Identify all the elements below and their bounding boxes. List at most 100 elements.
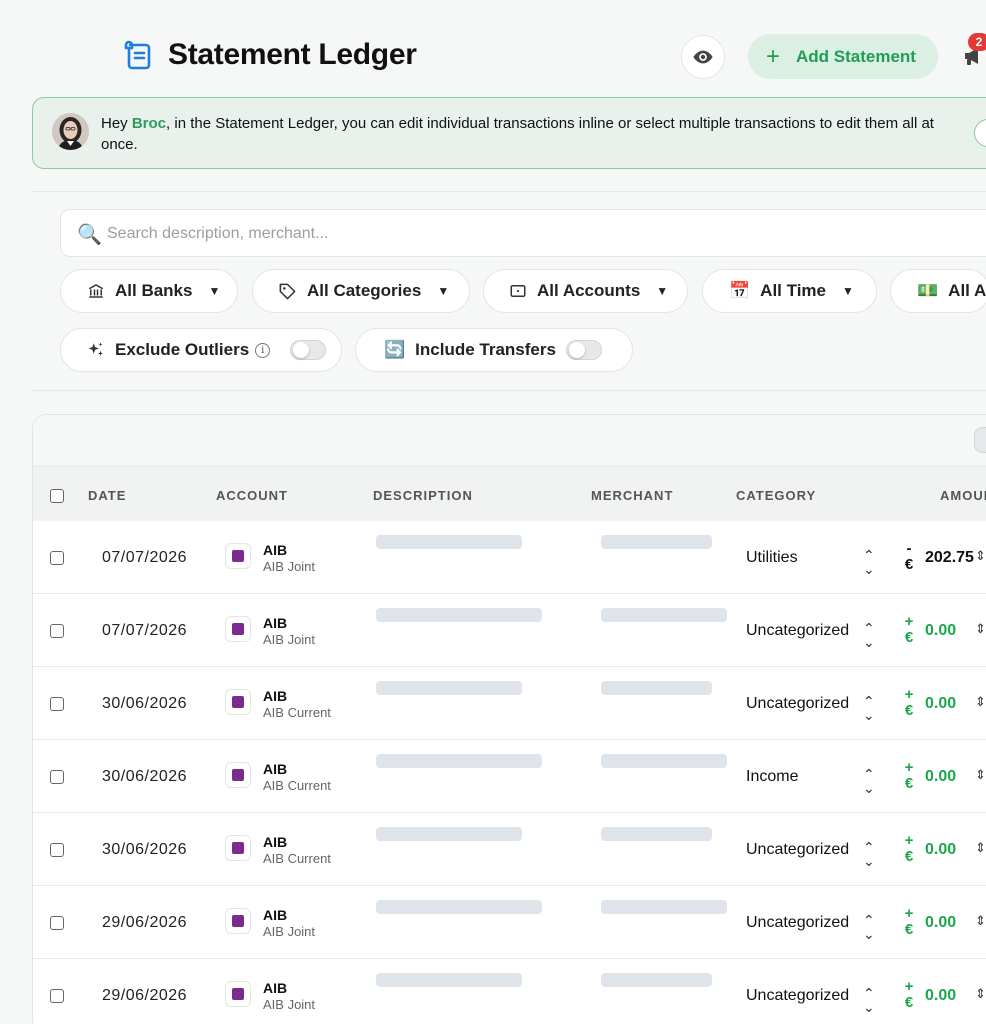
row-amount[interactable]: 0.00 [925, 841, 975, 859]
column-header-account[interactable]: ACCOUNT [216, 488, 288, 503]
row-date[interactable]: 29/06/2026 [102, 914, 187, 932]
transfer-arrows-icon: 🔄 [384, 340, 406, 359]
row-amount[interactable]: 0.00 [925, 622, 975, 640]
row-amount[interactable]: 202.75 [925, 549, 975, 567]
column-header-merchant[interactable]: MERCHANT [591, 488, 673, 503]
row-checkbox[interactable] [50, 843, 64, 857]
merchant-loading-placeholder [601, 608, 727, 622]
row-bank-name: AIB [263, 907, 288, 923]
merchant-loading-placeholder [601, 900, 727, 914]
row-bank-name: AIB [263, 542, 288, 558]
row-date[interactable]: 29/06/2026 [102, 987, 187, 1005]
amount-chevrons-icon[interactable]: ⇕ [975, 986, 986, 1002]
description-loading-placeholder [376, 681, 522, 695]
select-chevrons-icon[interactable]: ⌃ ⌄ [863, 621, 875, 649]
exclude-outliers-toggle[interactable] [290, 340, 327, 360]
table-toolbar [33, 415, 986, 467]
row-amount[interactable]: 0.00 [925, 987, 975, 1005]
search-input[interactable] [107, 220, 967, 248]
row-category-select[interactable]: Uncategorized [746, 841, 849, 859]
table-options-button[interactable] [974, 427, 986, 453]
row-category-select[interactable]: Uncategorized [746, 695, 849, 713]
row-date[interactable]: 07/07/2026 [102, 549, 187, 567]
table-row[interactable]: 29/06/2026 AIB AIB Joint Uncategorized ⌃ ⌄ + € 0… [33, 886, 986, 959]
amount-chevrons-icon[interactable]: ⇕ [975, 621, 986, 637]
exclude-outliers-filter[interactable]: Exclude Outliers i [60, 328, 342, 372]
include-transfers-label: Include Transfers [415, 340, 556, 359]
amounts-filter-dropdown[interactable]: 💵 All A [890, 269, 986, 313]
row-checkbox[interactable] [50, 624, 64, 638]
amount-chevrons-icon[interactable]: ⇕ [975, 913, 986, 929]
plus-icon: + [766, 42, 781, 70]
row-date[interactable]: 07/07/2026 [102, 622, 187, 640]
amount-chevrons-icon[interactable]: ⇕ [975, 548, 986, 564]
column-header-amount[interactable]: AMOUN [940, 488, 986, 503]
search-bar[interactable]: 🔍 [60, 209, 986, 257]
amount-chevrons-icon[interactable]: ⇕ [975, 840, 986, 856]
add-statement-button[interactable]: + Add Statement [748, 34, 938, 79]
banner-dismiss-button[interactable] [974, 119, 986, 147]
bank-icon [87, 282, 105, 300]
column-header-category[interactable]: CATEGORY [736, 488, 816, 503]
row-account-name: AIB Joint [263, 559, 316, 574]
row-category-select[interactable]: Uncategorized [746, 914, 849, 932]
select-chevrons-icon[interactable]: ⌃ ⌄ [863, 986, 875, 1014]
merchant-loading-placeholder [601, 973, 712, 987]
banks-filter-dropdown[interactable]: All Banks ▼ [60, 269, 238, 313]
table-row[interactable]: 29/06/2026 AIB AIB Joint Uncategorized ⌃ ⌄ + € 0… [33, 959, 986, 1024]
row-category-select[interactable]: Uncategorized [746, 987, 849, 1005]
categories-filter-label: All Categories [307, 281, 422, 300]
row-amount[interactable]: 0.00 [925, 914, 975, 932]
include-transfers-filter[interactable]: 🔄 Include Transfers [355, 328, 633, 372]
row-checkbox[interactable] [50, 770, 64, 784]
bank-logo-icon [225, 908, 251, 934]
select-chevrons-icon[interactable]: ⌃ ⌄ [863, 840, 875, 868]
table-row[interactable]: 30/06/2026 AIB AIB Current Uncategorized ⌃ ⌄ +… [33, 667, 986, 740]
row-checkbox[interactable] [50, 989, 64, 1003]
row-account-name: AIB Current [263, 705, 331, 720]
table-row[interactable]: 07/07/2026 AIB AIB Joint Uncategorized ⌃ ⌄ + € 0… [33, 594, 986, 667]
table-row[interactable]: 30/06/2026 AIB AIB Current Income ⌃ ⌄ + € 0.00 ⇕ [33, 740, 986, 813]
table-row[interactable]: 30/06/2026 AIB AIB Current Uncategorized ⌃ ⌄ +… [33, 813, 986, 886]
row-checkbox[interactable] [50, 551, 64, 565]
row-category-select[interactable]: Utilities [746, 549, 798, 567]
column-header-date[interactable]: DATE [88, 488, 126, 503]
table-row[interactable]: 07/07/2026 AIB AIB Joint Utilities ⌃ ⌄ - € 202.7… [33, 521, 986, 594]
row-amount[interactable]: 0.00 [925, 695, 975, 713]
transactions-table: DATE ACCOUNT DESCRIPTION MERCHANT CATEGO… [32, 414, 986, 1024]
description-loading-placeholder [376, 827, 522, 841]
notification-badge: 2 [968, 33, 986, 51]
info-icon[interactable]: i [255, 342, 271, 358]
select-chevrons-icon[interactable]: ⌃ ⌄ [863, 694, 875, 722]
money-icon: 💵 [917, 281, 939, 300]
row-amount[interactable]: 0.00 [925, 768, 975, 786]
row-amount-sign: + € [904, 978, 914, 1011]
merchant-loading-placeholder [601, 535, 712, 549]
select-chevrons-icon[interactable]: ⌃ ⌄ [863, 767, 875, 795]
amount-chevrons-icon[interactable]: ⇕ [975, 767, 986, 783]
row-date[interactable]: 30/06/2026 [102, 768, 187, 786]
row-category-select[interactable]: Uncategorized [746, 622, 849, 640]
row-account-name: AIB Joint [263, 997, 316, 1012]
categories-filter-dropdown[interactable]: All Categories ▼ [252, 269, 470, 313]
time-filter-dropdown[interactable]: 📅 All Time ▼ [702, 269, 877, 313]
row-bank-name: AIB [263, 761, 288, 777]
row-bank-name: AIB [263, 615, 288, 631]
row-checkbox[interactable] [50, 697, 64, 711]
bank-logo-icon [225, 835, 251, 861]
column-header-description[interactable]: DESCRIPTION [373, 488, 473, 503]
row-date[interactable]: 30/06/2026 [102, 841, 187, 859]
select-all-checkbox[interactable] [50, 489, 64, 503]
row-bank-name: AIB [263, 980, 288, 996]
row-category-select[interactable]: Income [746, 768, 798, 786]
amount-chevrons-icon[interactable]: ⇕ [975, 694, 986, 710]
include-transfers-toggle[interactable] [565, 340, 602, 360]
row-account-name: AIB Current [263, 851, 331, 866]
accounts-filter-dropdown[interactable]: All Accounts ▼ [483, 269, 688, 313]
eye-icon [693, 50, 713, 64]
row-date[interactable]: 30/06/2026 [102, 695, 187, 713]
select-chevrons-icon[interactable]: ⌃ ⌄ [863, 548, 875, 576]
select-chevrons-icon[interactable]: ⌃ ⌄ [863, 913, 875, 941]
row-checkbox[interactable] [50, 916, 64, 930]
visibility-toggle-button[interactable] [681, 35, 725, 79]
